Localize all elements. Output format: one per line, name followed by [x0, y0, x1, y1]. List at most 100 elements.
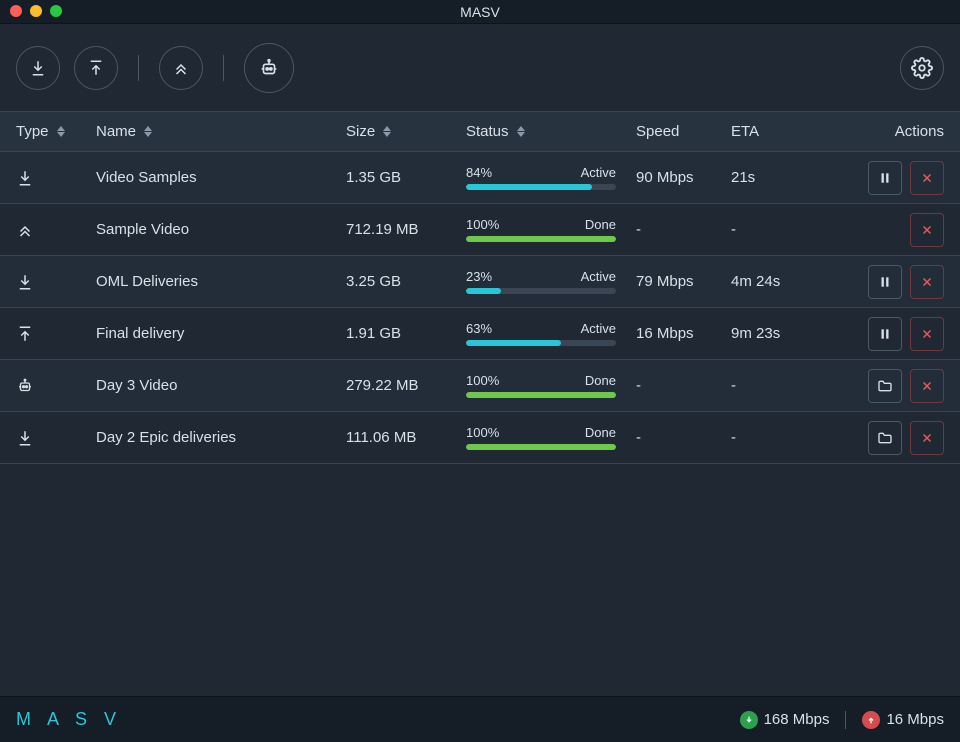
- toolbar-divider: [138, 55, 139, 81]
- transfer-actions: [846, 369, 944, 403]
- upload-speed-value: 16 Mbps: [886, 711, 944, 728]
- transfer-type: [16, 273, 96, 291]
- brand-logo: M A S V: [16, 709, 122, 730]
- zoom-window-button[interactable]: [50, 5, 62, 17]
- transfer-name: Day 3 Video: [96, 377, 346, 394]
- cancel-button[interactable]: [910, 161, 944, 195]
- download-speed: 168 Mbps: [740, 711, 830, 729]
- transfer-row[interactable]: Final delivery1.91 GB63% Active 16 Mbps9m …: [0, 308, 960, 360]
- transfer-row[interactable]: OML Deliveries3.25 GB23%Active79 Mbps4m …: [0, 256, 960, 308]
- transfer-row[interactable]: Video Samples1.35 GB84%Active90 Mbps21s: [0, 152, 960, 204]
- transfer-name: Final delivery: [96, 325, 346, 342]
- column-label: Name: [96, 123, 136, 140]
- column-header-eta[interactable]: ETA: [731, 123, 846, 140]
- progress-bar: [466, 392, 616, 398]
- window-titlebar: MASV: [0, 0, 960, 24]
- transfer-status: 23% Active: [466, 269, 636, 294]
- cancel-button[interactable]: [910, 265, 944, 299]
- transfer-speed: 90 Mbps: [636, 169, 731, 186]
- transfer-status: 100% Done: [466, 425, 636, 450]
- cancel-button[interactable]: [910, 421, 944, 455]
- download-icon: [16, 273, 34, 291]
- transfer-eta: -: [731, 221, 846, 238]
- column-header-actions: Actions: [846, 123, 944, 140]
- transfer-speed: -: [636, 429, 731, 446]
- transfer-type: [16, 169, 96, 187]
- transfer-name: Video Samples: [96, 169, 346, 186]
- double-chevron-up-icon: [172, 59, 190, 77]
- sort-icon: [383, 126, 391, 137]
- transfer-row[interactable]: Sample Video712.19 MB100%Done--: [0, 204, 960, 256]
- pause-button[interactable]: [868, 265, 902, 299]
- transfer-percent: 100%: [466, 373, 499, 388]
- close-window-button[interactable]: [10, 5, 22, 17]
- transfer-state: Active: [581, 269, 616, 284]
- transfer-status: 63% Active: [466, 321, 636, 346]
- column-label: Actions: [895, 123, 944, 140]
- downloads-button[interactable]: [16, 46, 60, 90]
- transfer-size: 712.19 MB: [346, 221, 466, 238]
- column-header-status[interactable]: Status: [466, 123, 636, 140]
- column-header-name[interactable]: Name: [96, 123, 346, 140]
- transfer-name: Sample Video: [96, 221, 346, 238]
- column-header-type[interactable]: Type: [16, 123, 96, 140]
- table-header: Type Name Size Status Speed ETA Actions: [0, 112, 960, 152]
- transfer-state: Active: [581, 321, 616, 336]
- cancel-button[interactable]: [910, 369, 944, 403]
- transfer-percent: 23%: [466, 269, 492, 284]
- transfer-actions: [846, 265, 944, 299]
- sort-icon: [517, 126, 525, 137]
- pause-button[interactable]: [868, 317, 902, 351]
- uploads-button[interactable]: [74, 46, 118, 90]
- transfer-speed: -: [636, 377, 731, 394]
- pause-button[interactable]: [868, 161, 902, 195]
- transfer-percent: 84%: [466, 165, 492, 180]
- gear-icon: [911, 57, 933, 79]
- transfer-status: 100%Done: [466, 217, 636, 242]
- transfer-size: 279.22 MB: [346, 377, 466, 394]
- open-folder-button[interactable]: [868, 369, 902, 403]
- download-icon: [16, 169, 34, 187]
- cancel-button[interactable]: [910, 213, 944, 247]
- transfer-row[interactable]: Day 2 Epic deliveries111.06 MB100%Done--: [0, 412, 960, 464]
- column-header-speed[interactable]: Speed: [636, 123, 731, 140]
- status-bar: M A S V 168 Mbps 16 Mbps: [0, 696, 960, 742]
- column-header-size[interactable]: Size: [346, 123, 466, 140]
- transfer-list: Video Samples1.35 GB84%Active90 Mbps21sS…: [0, 152, 960, 696]
- settings-button[interactable]: [900, 46, 944, 90]
- transfer-state: Active: [581, 165, 616, 180]
- transfer-state: Done: [585, 425, 616, 440]
- transfer-eta: 21s: [731, 169, 846, 186]
- transfer-percent: 100%: [466, 217, 499, 232]
- download-icon: [29, 59, 47, 77]
- column-label: Size: [346, 123, 375, 140]
- transfer-percent: 63%: [466, 321, 492, 336]
- transfer-size: 1.91 GB: [346, 325, 466, 342]
- window-controls: [10, 5, 62, 17]
- open-folder-button[interactable]: [868, 421, 902, 455]
- sort-icon: [144, 126, 152, 137]
- sort-icon: [57, 126, 65, 137]
- transfer-row[interactable]: Day 3 Video279.22 MB100%Done--: [0, 360, 960, 412]
- minimize-window-button[interactable]: [30, 5, 42, 17]
- toolbar-divider: [223, 55, 224, 81]
- toolbar-group-left: [16, 43, 294, 93]
- transfer-speed: 16 Mbps: [636, 325, 731, 342]
- progress-bar: [466, 236, 616, 242]
- transfer-eta: -: [731, 377, 846, 394]
- transfer-type: [16, 325, 96, 343]
- transfer-percent: 100%: [466, 425, 499, 440]
- cancel-button[interactable]: [910, 317, 944, 351]
- transfer-eta: 9m 23s: [731, 325, 846, 342]
- column-label: ETA: [731, 123, 759, 140]
- column-label: Type: [16, 123, 49, 140]
- transfer-actions: [846, 421, 944, 455]
- robot-icon: [16, 377, 34, 395]
- window-title: MASV: [0, 4, 960, 20]
- automation-button[interactable]: [244, 43, 294, 93]
- transfer-actions: [846, 161, 944, 195]
- progress-bar: [466, 340, 616, 346]
- priority-button[interactable]: [159, 46, 203, 90]
- up2-icon: [16, 221, 34, 239]
- transfer-speed: 79 Mbps: [636, 273, 731, 290]
